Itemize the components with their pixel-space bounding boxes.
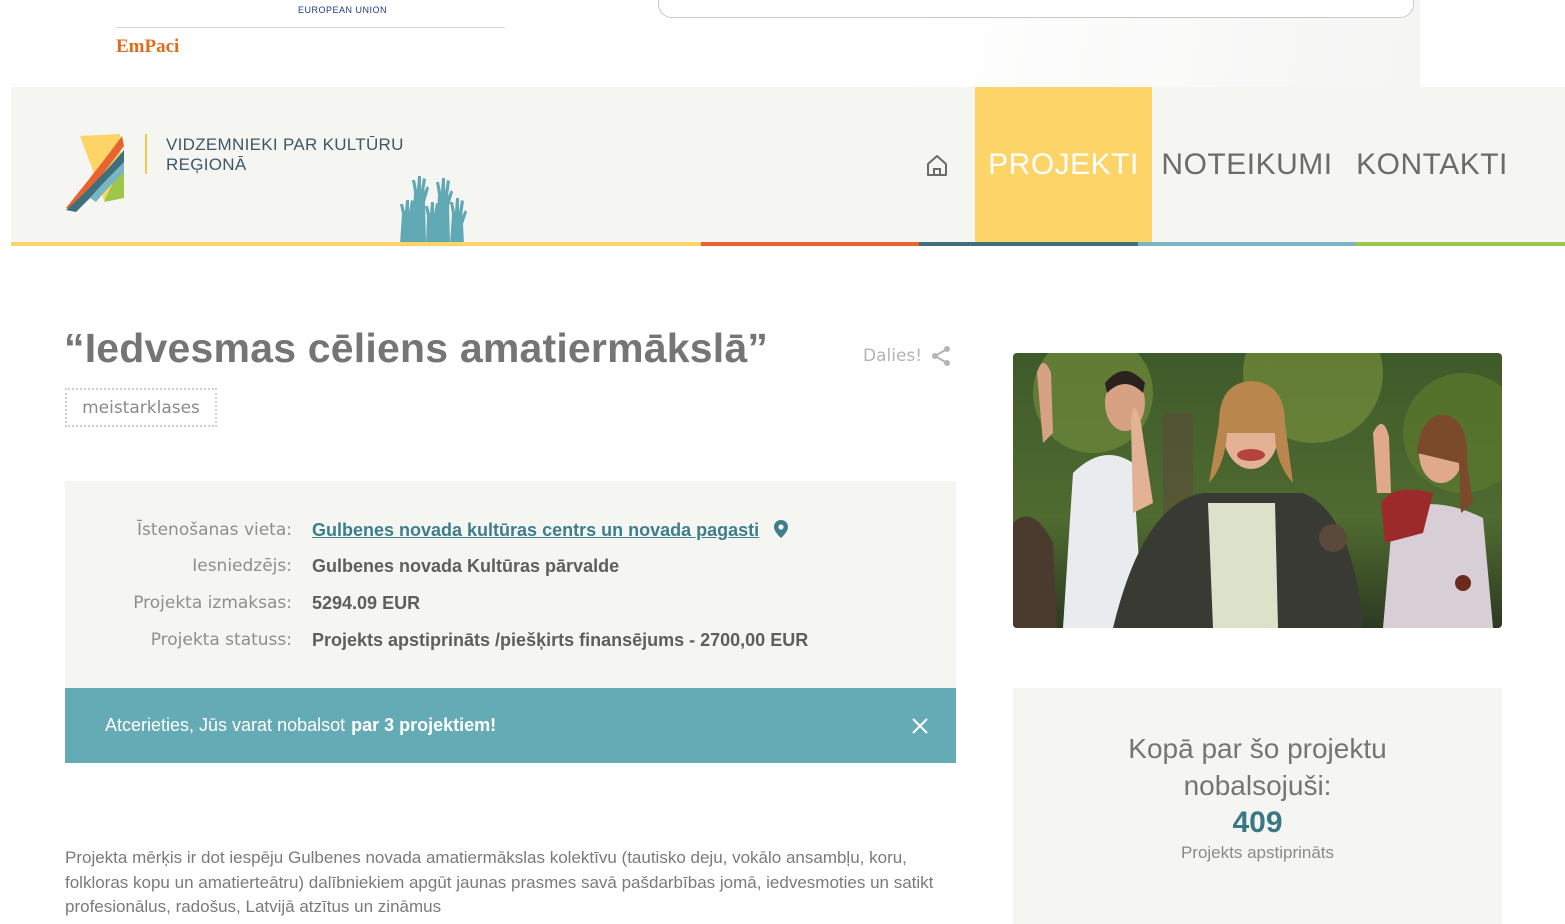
- info-value: Gulbenes novada kultūras centrs un novad…: [312, 520, 789, 541]
- share-icon: [932, 346, 951, 366]
- nav-noteikumi[interactable]: NOTEIKUMI: [1158, 87, 1336, 242]
- nav-kontakti[interactable]: KONTAKTI: [1347, 87, 1517, 242]
- site-title-line1: VIDZEMNIEKI PAR KULTŪRU: [166, 135, 404, 154]
- home-icon[interactable]: [922, 150, 952, 180]
- info-value: 5294.09 EUR: [312, 593, 421, 613]
- info-value: Projekts apstiprināts /piešķirts finansē…: [312, 630, 809, 650]
- vote-heading-line1: Kopā par šo projektu: [1128, 733, 1387, 764]
- site-title-line2: REĢIONĀ: [166, 155, 247, 174]
- vote-status: Projekts apstiprināts: [1180, 843, 1335, 862]
- map-pin-icon[interactable]: [774, 520, 789, 538]
- top-search-box[interactable]: [658, 0, 1414, 18]
- site-title[interactable]: VIDZEMNIEKI PAR KULTŪRU REĢIONĀ: [166, 135, 404, 175]
- logo-divider: [145, 134, 147, 174]
- info-row-submitter: Iesniedzējs: Gulbenes novada Kultūras pā…: [65, 556, 956, 586]
- header-accent-line-teal: [919, 242, 1138, 246]
- raised-hands-icon: [400, 176, 467, 244]
- project-title: “Iedvesmas cēliens amatiermākslā”: [64, 325, 769, 371]
- top-strip: EUROPEAN UNION EmPaci: [0, 0, 1565, 87]
- info-label: Iesniedzējs:: [192, 556, 292, 576]
- header-accent-line-green: [1356, 242, 1565, 246]
- project-info-box: Īstenošanas vieta: Gulbenes novada kultū…: [65, 481, 956, 688]
- info-label: Projekta izmaksas:: [133, 593, 292, 613]
- vote-heading-line2: nobalsojuši:: [1183, 770, 1332, 801]
- header-accent-line-orange: [701, 242, 919, 246]
- info-row-location: Īstenošanas vieta: Gulbenes novada kultū…: [65, 520, 956, 550]
- notice-bold-text: par 3 projektiem!: [351, 715, 497, 735]
- info-label: Īstenošanas vieta:: [137, 520, 292, 540]
- vote-count: 409: [1232, 806, 1283, 839]
- vote-summary-box: Kopā par šo projektu nobalsojuši: 409 Pr…: [1013, 688, 1502, 924]
- eu-logo-divider: [116, 27, 505, 28]
- notice-text: Atcerieties, Jūs varat nobalsot: [105, 715, 346, 735]
- project-photo: [1013, 353, 1502, 628]
- close-icon[interactable]: [910, 716, 930, 736]
- info-row-status: Projekta statuss: Projekts apstiprināts …: [65, 630, 956, 660]
- info-label: Projekta statuss:: [150, 630, 292, 650]
- vote-heading: Kopā par šo projektu nobalsojuši:: [1013, 730, 1502, 804]
- category-tag[interactable]: meistarklases: [65, 388, 217, 427]
- vote-reminder-banner: Atcerieties, Jūs varat nobalsot par 3 pr…: [65, 688, 956, 763]
- share-label: Dalies!: [863, 346, 923, 366]
- info-row-cost: Projekta izmaksas: 5294.09 EUR: [65, 593, 956, 623]
- site-logo-icon[interactable]: [64, 132, 128, 212]
- header-accent-line-yellow: [11, 242, 701, 246]
- empaci-logo[interactable]: EmPaci: [116, 36, 179, 58]
- eu-logo-text: EUROPEAN UNION: [298, 5, 388, 15]
- share-button[interactable]: Dalies!: [863, 345, 952, 367]
- header-accent-line-lightblue: [1138, 242, 1356, 246]
- project-description: Projekta mērķis ir dot iespēju Gulbenes …: [65, 848, 934, 916]
- nav-projekti[interactable]: PROJEKTI: [975, 87, 1152, 242]
- info-value: Gulbenes novada Kultūras pārvalde: [312, 556, 620, 576]
- location-link[interactable]: Gulbenes novada kultūras centrs un novad…: [312, 520, 759, 540]
